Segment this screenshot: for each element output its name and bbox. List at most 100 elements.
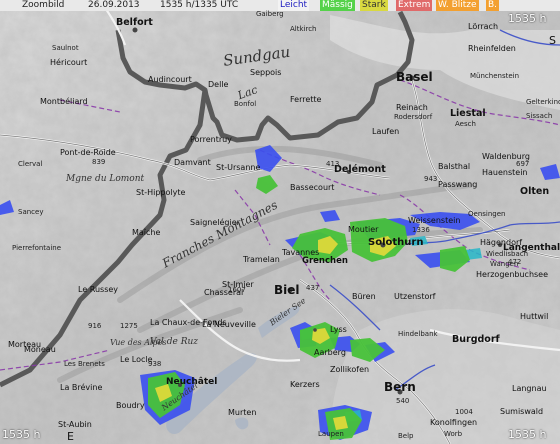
town-label: Weissenstein xyxy=(408,216,461,225)
place-label: 938 xyxy=(148,360,162,368)
town-label: Passwang xyxy=(438,180,478,189)
town-label: Delle xyxy=(208,80,229,89)
town-label: Herzogenbuchsee xyxy=(476,270,549,279)
place-label: Wiedlisbach xyxy=(486,250,529,258)
city-label: Liestal xyxy=(450,108,486,119)
town-label: Langnau xyxy=(512,384,547,393)
town-label: La Neuveville xyxy=(202,320,256,329)
place-label: 1607 xyxy=(228,286,246,294)
city-label: Belfort xyxy=(116,17,153,28)
town-label: Kerzers xyxy=(290,380,320,389)
town-label: La Brévine xyxy=(60,383,103,392)
place-label: Aesch xyxy=(455,120,476,128)
place-label: 916 xyxy=(88,322,102,330)
town-label: Sepp­ois xyxy=(250,68,282,77)
town-label: Ferrette xyxy=(290,95,322,104)
place-label: Münchenstein xyxy=(470,72,520,80)
town-label: Pont-de-Roide xyxy=(60,148,116,157)
city-label: Burgdorf xyxy=(452,334,500,345)
town-label: Hägendorf xyxy=(480,238,523,247)
town-label: St-Hippolyte xyxy=(136,188,186,197)
place-label: Bonfol xyxy=(234,100,257,108)
town-label: Utzenstorf xyxy=(394,292,436,301)
place-label: Saulnot xyxy=(52,44,79,52)
place-label: 1004 xyxy=(455,408,473,416)
place-label: Laupen xyxy=(318,430,344,438)
place-label: 1275 xyxy=(120,322,138,330)
city-label: Basel xyxy=(396,70,433,84)
town-label: Bassecourt xyxy=(290,183,335,192)
town-label: Moutier xyxy=(348,225,379,234)
town-label: Huttwil xyxy=(520,312,549,321)
region-label: Mgne du Lomont xyxy=(66,174,145,184)
town-label: Audincourt xyxy=(148,75,192,84)
legend-item: B. xyxy=(486,0,500,11)
town-label: Lörrach xyxy=(468,22,499,31)
place-label: Worb xyxy=(444,430,463,438)
town-label: Balsthal xyxy=(438,162,471,171)
town-label: Montbéliard xyxy=(40,97,88,106)
radar-map[interactable]: Zoombild 26.09.2013 1535 h/1335 UTC Leic… xyxy=(0,0,560,444)
place-label: Rodersdorf xyxy=(394,113,433,121)
city-label: Solothurn xyxy=(368,237,424,248)
place-label: 697 xyxy=(516,160,530,168)
compass-s: S xyxy=(549,34,556,47)
town-label: Sumiswald xyxy=(500,407,544,416)
legend-item: Mässig xyxy=(320,0,355,11)
town-label: Moneau xyxy=(24,345,56,354)
timestamp-bottom-left: 1535 h xyxy=(2,428,41,441)
place-label: 839 xyxy=(92,158,106,166)
place-label: Pierrefontaine xyxy=(12,244,62,252)
place-label: Clerval xyxy=(18,160,43,168)
city-label: Bern xyxy=(384,380,416,394)
place-label: Gaiberg xyxy=(256,10,284,18)
place-label: 540 xyxy=(396,397,410,405)
place-label: Sissach xyxy=(526,112,553,120)
place-label: 472 xyxy=(508,258,522,266)
town-label: St-Aubin xyxy=(58,420,92,429)
place-label: Belp xyxy=(398,432,414,440)
town-label: Rheinfelden xyxy=(468,44,516,53)
place-label: 437 xyxy=(306,284,320,292)
town-label: Maîche xyxy=(132,228,161,237)
town-label: Tavannes xyxy=(282,248,320,257)
town-label: Lyss xyxy=(330,325,347,334)
city-label: Biel xyxy=(274,283,300,297)
town-label: Héricourt xyxy=(50,58,88,67)
place-label: Sancey xyxy=(18,208,44,216)
place-label: Altkirch xyxy=(290,25,317,33)
city-label: Delémont xyxy=(334,164,386,175)
place-label: Oensingen xyxy=(468,210,506,218)
town-label: Boudry xyxy=(116,401,145,410)
town-label: Laufen xyxy=(372,127,400,136)
town-label: Hauenstein xyxy=(482,168,528,177)
town-label: Le Russey xyxy=(78,285,119,294)
legend-item: Extrem xyxy=(396,0,433,11)
town-label: Damvant xyxy=(174,158,211,167)
time-label: 1535 h/1335 UTC xyxy=(160,0,239,10)
place-label: Les Brenets xyxy=(64,360,105,368)
date-label: 26.09.2013 xyxy=(88,0,140,10)
place-label: 413 xyxy=(326,160,340,168)
city-label: Olten xyxy=(520,186,550,197)
town-label: Aarberg xyxy=(314,348,346,357)
town-label: Konolfingen xyxy=(430,418,478,427)
legend-item: W. Blitze xyxy=(436,0,479,11)
timestamp-bottom-right: 1535 h xyxy=(508,428,547,441)
town-label: Murten xyxy=(228,408,257,417)
place-label: 943 xyxy=(424,175,438,183)
town-label: Büren xyxy=(352,292,376,301)
place-label: 1336 xyxy=(412,226,430,234)
place-label: Gelterkinden xyxy=(526,98,560,106)
city-label: Grenchen xyxy=(302,256,348,266)
town-label: St-Ursanne xyxy=(216,163,261,172)
legend-item: Stark xyxy=(360,0,388,11)
town-label: Tramelan xyxy=(243,255,280,264)
place-label: Hindelbank xyxy=(398,330,438,338)
product-label: Zoombild xyxy=(22,0,65,10)
town-label: Reinach xyxy=(396,103,428,112)
compass-e: E xyxy=(67,430,74,443)
town-label: Zollikofen xyxy=(330,365,370,374)
region-label: Vue des Alpes xyxy=(110,338,167,347)
town-label: Porrentruy xyxy=(190,135,232,144)
